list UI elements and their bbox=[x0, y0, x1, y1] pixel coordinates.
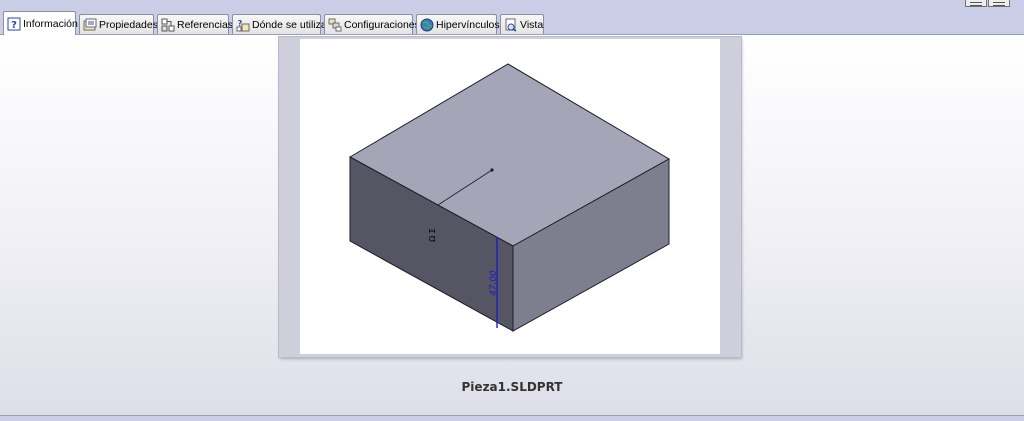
file-name: Pieza1.SLDPRT bbox=[461, 380, 563, 394]
tab-configuraciones[interactable]: Configuraciones bbox=[324, 14, 420, 34]
where-used-icon: ? bbox=[236, 19, 250, 31]
tab-label: Información bbox=[23, 17, 78, 30]
information-panel: 47.00 Ω Σ Pieza1.SLDPRT bbox=[0, 35, 1024, 415]
tab-label: Vista bbox=[520, 18, 544, 31]
tab-vista[interactable]: Vista bbox=[500, 14, 544, 34]
svg-text:?: ? bbox=[11, 20, 17, 31]
sketch-point bbox=[490, 168, 494, 172]
view-mode-toggle[interactable] bbox=[965, 0, 1010, 8]
preview-frame: 47.00 Ω Σ bbox=[279, 37, 741, 357]
tab-informacion[interactable]: ? Información bbox=[3, 11, 78, 35]
bottom-bar bbox=[0, 415, 1024, 421]
tab-label: Configuraciones bbox=[344, 18, 420, 31]
top-strip bbox=[0, 0, 1024, 12]
detail-view-icon[interactable] bbox=[988, 0, 1010, 7]
tab-donde-se-utiliza[interactable]: ? Dónde se utiliza bbox=[232, 14, 327, 34]
app-logo-icon bbox=[14, 0, 34, 6]
properties-icon bbox=[83, 18, 97, 30]
view-icon bbox=[505, 18, 517, 32]
references-icon bbox=[161, 18, 175, 31]
tab-label: Propiedades bbox=[99, 18, 158, 31]
tab-propiedades[interactable]: Propiedades bbox=[79, 14, 158, 34]
configurations-icon bbox=[328, 18, 342, 31]
tab-label: Hipervínculos bbox=[436, 18, 500, 31]
part-preview-drawing: 47.00 Ω Σ bbox=[348, 63, 671, 332]
dimension-label: 47.00 bbox=[489, 270, 499, 296]
tab-referencias[interactable]: Referencias bbox=[157, 14, 233, 34]
part-preview[interactable]: 47.00 Ω Σ bbox=[300, 39, 720, 354]
info-icon: ? bbox=[7, 17, 21, 31]
tab-hipervinculos[interactable]: Hipervínculos bbox=[416, 14, 500, 34]
hyperlinks-icon bbox=[420, 18, 434, 31]
tab-bar: ? Información Propiedades Referencias ? … bbox=[0, 11, 1024, 35]
sketch-relation-marks: Ω Σ bbox=[428, 228, 437, 242]
list-view-icon[interactable] bbox=[965, 0, 987, 7]
tab-label: Referencias bbox=[177, 18, 234, 31]
tab-label: Dónde se utiliza bbox=[252, 18, 327, 31]
